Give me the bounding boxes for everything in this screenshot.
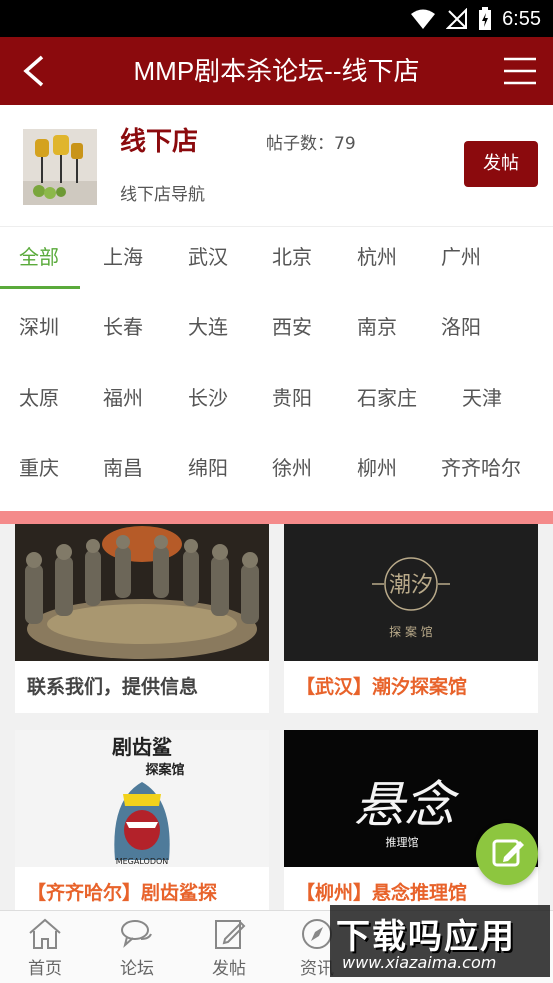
logo-tag: 探案馆 bbox=[145, 762, 184, 778]
city-tab[interactable]: 天津 bbox=[462, 368, 502, 428]
logo-text: 悬念 bbox=[354, 776, 460, 834]
city-tab[interactable]: 长春 bbox=[103, 297, 143, 357]
city-tab[interactable]: 太原 bbox=[19, 368, 59, 428]
compose-fab[interactable] bbox=[476, 823, 538, 885]
logo-text: 剧齿鲨 bbox=[112, 735, 172, 759]
city-tab[interactable]: 长沙 bbox=[188, 368, 228, 428]
city-tab[interactable]: 深圳 bbox=[19, 297, 59, 357]
city-tab[interactable]: 武汉 bbox=[188, 227, 228, 287]
city-tab[interactable]: 上海 bbox=[103, 227, 143, 287]
forum-name: 线下店 bbox=[120, 127, 199, 157]
watermark-title: 下载吗应用 bbox=[336, 917, 516, 957]
edit-icon bbox=[215, 920, 246, 949]
watermark-overlay: 下载吗应用 www.xiazaima.com bbox=[330, 905, 550, 977]
city-tab[interactable]: 石家庄 bbox=[357, 368, 417, 428]
wifi-icon bbox=[411, 9, 436, 29]
city-tab[interactable]: 洛阳 bbox=[441, 297, 481, 357]
city-tab-all[interactable]: 全部 bbox=[19, 227, 59, 287]
card-image-shark-logo: 剧齿鲨 探案馆 MEGALODON bbox=[15, 730, 269, 867]
home-icon bbox=[29, 918, 61, 949]
compose-icon bbox=[492, 839, 524, 867]
app-header: MMP剧本杀论坛--线下店 bbox=[0, 37, 553, 105]
nav-label: 首页 bbox=[28, 959, 62, 979]
city-filter: 全部 上海 武汉 北京 杭州 广州 深圳 长春 大连 西安 南京 洛阳 太原 福… bbox=[0, 227, 553, 511]
no-signal-icon bbox=[446, 8, 468, 29]
city-tab[interactable]: 柳州 bbox=[357, 438, 397, 498]
battery-charging-icon bbox=[479, 7, 492, 30]
city-tab[interactable]: 广州 bbox=[441, 227, 481, 287]
section-divider bbox=[0, 511, 553, 524]
city-tab[interactable]: 南昌 bbox=[103, 438, 143, 498]
store-card[interactable]: 潮汐 探 案 馆 【武汉】潮汐探案馆 bbox=[284, 524, 538, 713]
forum-description: 线下店导航 bbox=[120, 185, 205, 205]
watermark-url: www.xiazaima.com bbox=[342, 953, 497, 972]
nav-label: 论坛 bbox=[120, 959, 154, 979]
logo-subtext: MEGALODON bbox=[116, 857, 169, 866]
city-tab[interactable]: 杭州 bbox=[357, 227, 397, 287]
city-tab[interactable]: 徐州 bbox=[272, 438, 312, 498]
city-tab[interactable]: 绵阳 bbox=[188, 438, 228, 498]
logo-text: 潮汐 bbox=[389, 573, 433, 598]
post-count: 帖子数：79 bbox=[266, 134, 356, 154]
forum-thumbnail bbox=[23, 129, 97, 205]
post-button[interactable]: 发帖 bbox=[464, 141, 538, 187]
nav-home[interactable]: 首页 bbox=[0, 911, 90, 983]
menu-icon[interactable] bbox=[503, 55, 537, 87]
page-title: MMP剧本杀论坛--线下店 bbox=[133, 56, 420, 86]
city-tab[interactable]: 齐齐哈尔 bbox=[441, 438, 521, 498]
store-card[interactable]: 联系我们，提供信息 bbox=[15, 524, 269, 713]
nav-label: 发帖 bbox=[212, 959, 246, 979]
logo-subtext: 探 案 馆 bbox=[389, 624, 433, 639]
city-tab[interactable]: 重庆 bbox=[19, 438, 59, 498]
logo-subtext: 推理馆 bbox=[386, 835, 419, 849]
forum-info: 线下店 帖子数：79 线下店导航 发帖 bbox=[0, 105, 553, 227]
clock: 6:55 bbox=[502, 7, 541, 30]
store-card-grid: 联系我们，提供信息 潮汐 探 案 馆 【武汉】潮汐探案馆 剧齿鲨 探案馆 MEG… bbox=[0, 524, 553, 910]
city-tab[interactable]: 大连 bbox=[188, 297, 228, 357]
city-tab[interactable]: 福州 bbox=[103, 368, 143, 428]
card-title: 【齐齐哈尔】剧齿鲨探 bbox=[27, 882, 218, 904]
status-bar: 6:55 bbox=[0, 0, 553, 37]
active-tab-indicator bbox=[0, 286, 80, 289]
nav-post[interactable]: 发帖 bbox=[184, 911, 274, 983]
city-tab[interactable]: 北京 bbox=[272, 227, 312, 287]
chat-icon bbox=[121, 920, 152, 948]
city-tab[interactable]: 南京 bbox=[357, 297, 397, 357]
card-title: 【武汉】潮汐探案馆 bbox=[296, 676, 468, 698]
card-image-logo: 潮汐 探 案 馆 bbox=[284, 524, 538, 661]
city-tab[interactable]: 西安 bbox=[272, 297, 312, 357]
store-card[interactable]: 剧齿鲨 探案馆 MEGALODON 【齐齐哈尔】剧齿鲨探 bbox=[15, 730, 269, 910]
card-title: 联系我们，提供信息 bbox=[27, 676, 199, 698]
card-image-roundtable bbox=[15, 524, 269, 661]
city-tab[interactable]: 贵阳 bbox=[272, 368, 312, 428]
nav-forum[interactable]: 论坛 bbox=[92, 911, 182, 983]
